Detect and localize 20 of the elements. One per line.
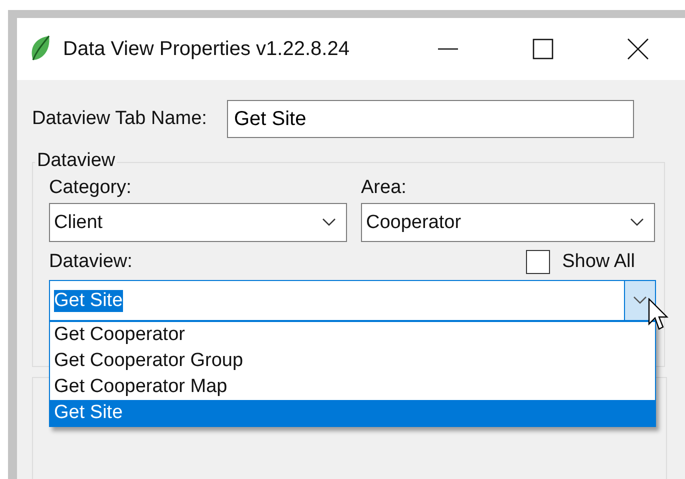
window-title: Data View Properties v1.22.8.24 xyxy=(63,38,350,60)
chevron-down-icon xyxy=(630,218,644,227)
dropdown-option[interactable]: Get Site xyxy=(50,400,655,426)
dropdown-option[interactable]: Get Cooperator xyxy=(50,322,655,348)
dataview-label: Dataview: xyxy=(49,251,132,273)
tab-name-field[interactable]: Get Site xyxy=(226,100,634,138)
chevron-down-icon xyxy=(322,218,336,227)
dropdown-option[interactable]: Get Cooperator Map xyxy=(50,374,655,400)
chevron-down-icon xyxy=(633,296,647,305)
maximize-icon xyxy=(532,38,554,60)
category-dropdown[interactable]: Client xyxy=(49,203,347,242)
show-all-checkbox[interactable]: Show All xyxy=(526,250,635,274)
minimize-icon xyxy=(436,48,458,50)
category-label: Category: xyxy=(49,177,132,199)
tab-name-label: Dataview Tab Name: xyxy=(32,108,207,130)
close-icon xyxy=(626,38,648,60)
area-label: Area: xyxy=(361,177,408,199)
dataview-dropdown[interactable]: Get Site xyxy=(49,280,656,321)
dropdown-option[interactable]: Get Cooperator Group xyxy=(50,348,655,374)
area-dropdown[interactable]: Cooperator xyxy=(361,203,655,242)
